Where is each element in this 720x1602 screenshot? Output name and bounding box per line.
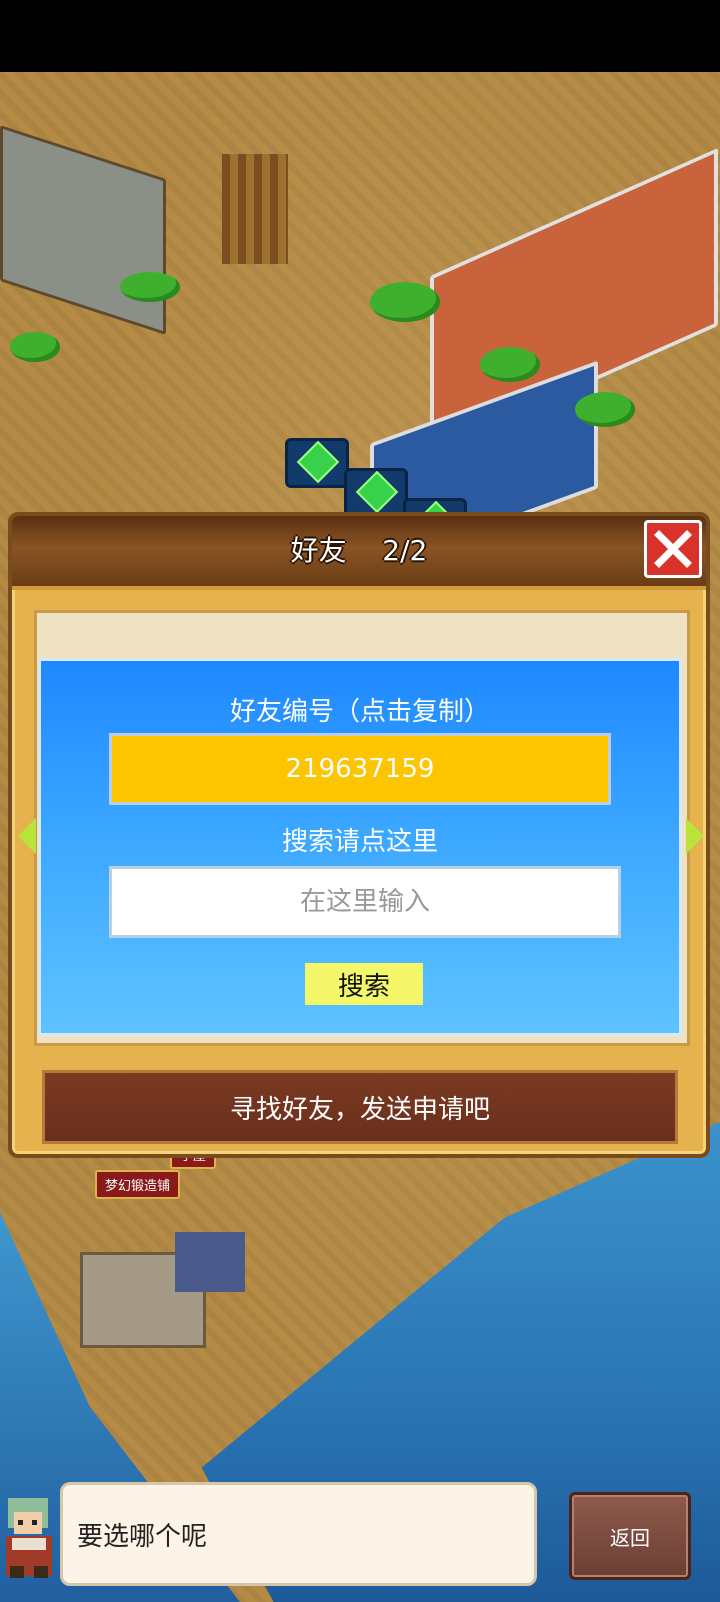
cabin-building[interactable] (175, 1232, 245, 1292)
friend-search-input[interactable] (109, 866, 621, 938)
friend-id-label: 好友编号（点击复制） (229, 697, 490, 727)
find-friends-button[interactable]: 寻找好友，发送申请吧 (42, 1070, 678, 1144)
back-button[interactable]: 返回 (569, 1492, 691, 1580)
close-button[interactable] (644, 520, 702, 578)
gem-marker-icon[interactable] (285, 438, 349, 488)
prev-page-arrow-icon[interactable] (18, 818, 36, 854)
bush (10, 332, 60, 362)
watch-tower (222, 154, 288, 264)
gem-marker-icon[interactable] (344, 468, 408, 518)
bush (575, 392, 635, 427)
friend-id-copy-field[interactable]: 219637159 (109, 733, 611, 805)
next-page-arrow-icon[interactable] (686, 818, 704, 854)
storage-building (0, 125, 166, 335)
forge-label: 梦幻锻造铺 (95, 1170, 181, 1199)
search-label: 搜索请点这里 (281, 827, 438, 857)
dialog-title: 好友 2/2 (12, 516, 706, 586)
bush (480, 347, 540, 382)
close-icon (654, 530, 692, 568)
search-button[interactable]: 搜索 (305, 963, 423, 1005)
bush (370, 282, 440, 322)
friend-count: 2/2 (382, 534, 428, 567)
friend-id-panel: 好友编号（点击复制） 219637159 搜索请点这里 搜索 (38, 658, 682, 1036)
dialog-title-text: 好友 (290, 534, 347, 567)
status-bar (0, 0, 720, 72)
bush (120, 272, 180, 302)
speech-bubble: 要选哪个呢 (60, 1482, 537, 1586)
advisor-avatar (6, 1498, 52, 1578)
